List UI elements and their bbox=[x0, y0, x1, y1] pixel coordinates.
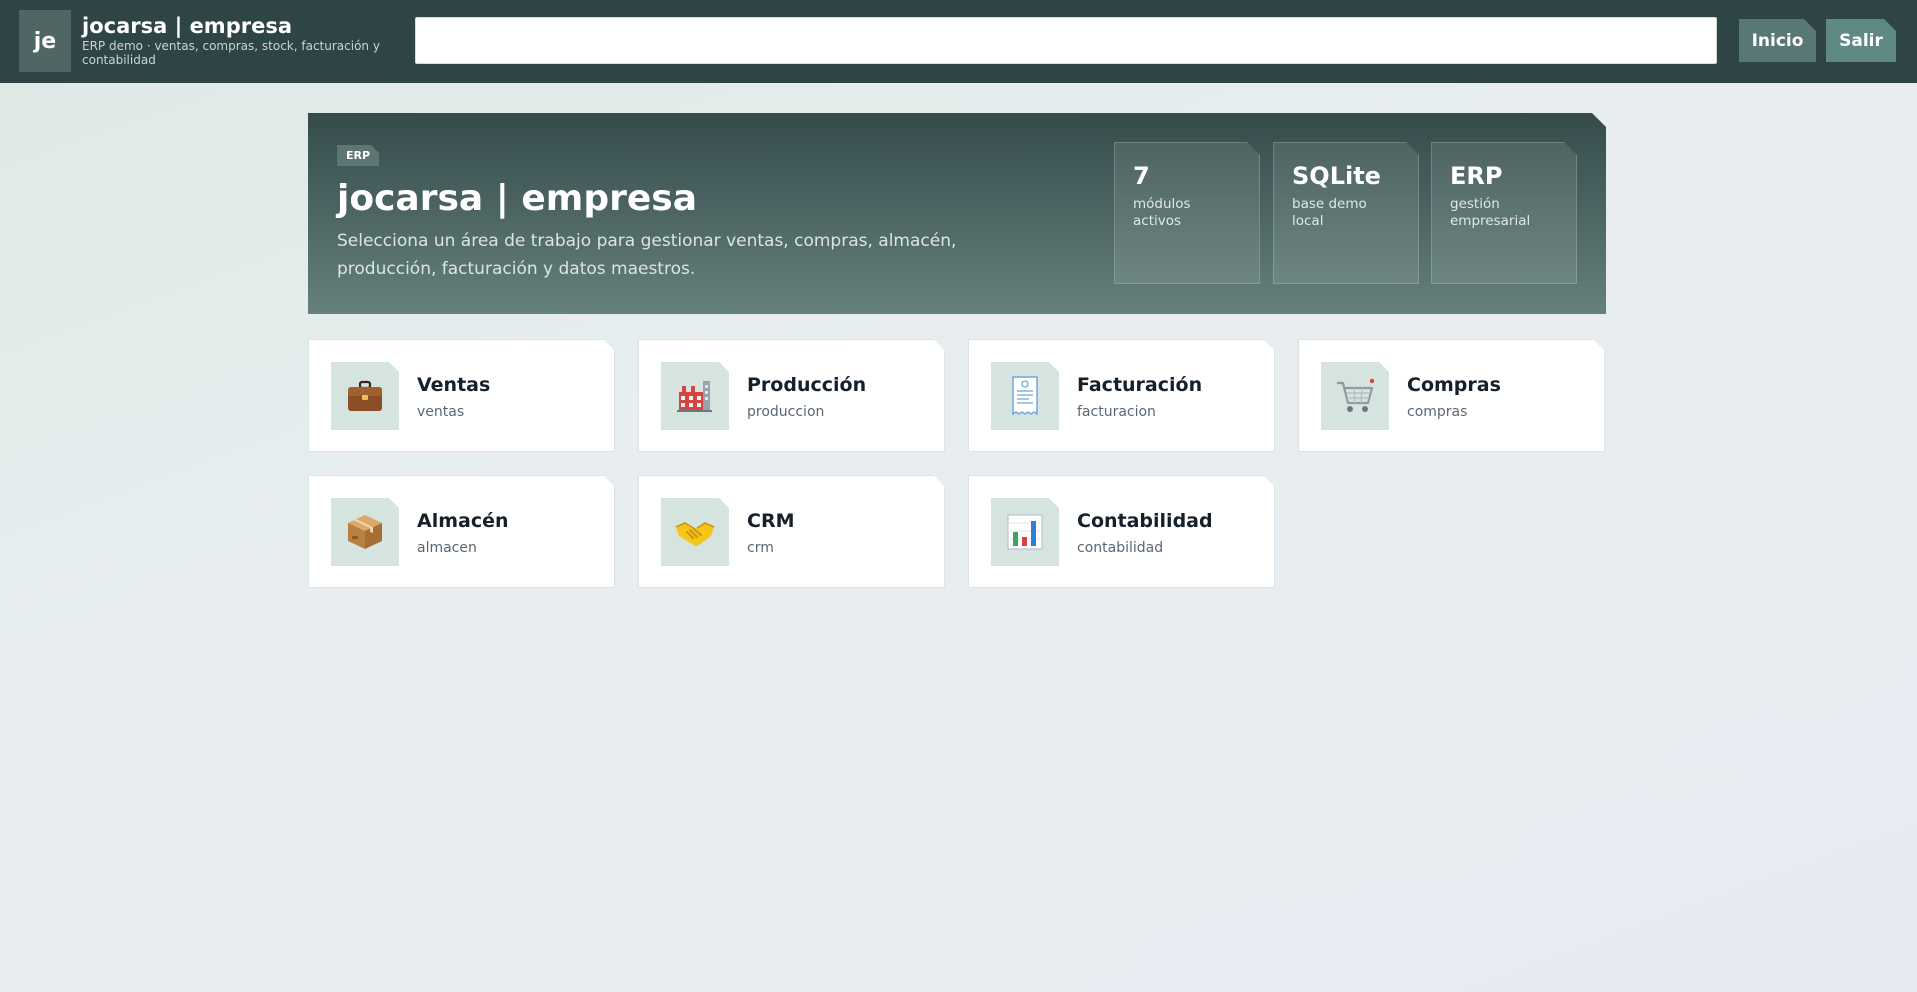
app-subtitle: ERP demo · ventas, compras, stock, factu… bbox=[82, 39, 380, 67]
handshake-icon bbox=[661, 498, 729, 566]
module-slug: crm bbox=[747, 540, 774, 556]
shopping-cart-icon bbox=[1321, 362, 1389, 430]
module-slug: facturacion bbox=[1077, 404, 1156, 420]
hero-banner: ERP jocarsa | empresa Selecciona un área… bbox=[308, 113, 1606, 314]
module-card-facturacion[interactable]: Facturación facturacion bbox=[968, 339, 1275, 452]
hero-title: jocarsa | empresa bbox=[337, 178, 697, 219]
module-card-almacen[interactable]: Almacén almacen bbox=[308, 475, 615, 588]
hero-tag: ERP bbox=[337, 145, 379, 166]
module-slug: almacen bbox=[417, 540, 477, 556]
bar-chart-icon bbox=[991, 498, 1059, 566]
stat-label: base demo local bbox=[1292, 196, 1367, 229]
stat-card-database: SQLite base demo local bbox=[1273, 142, 1419, 284]
module-title: Contabilidad bbox=[1077, 510, 1213, 532]
brand: jocarsa | empresa ERP demo · ventas, com… bbox=[82, 14, 392, 67]
stat-value: 7 bbox=[1133, 162, 1150, 190]
module-slug: compras bbox=[1407, 404, 1468, 420]
stat-value: ERP bbox=[1450, 162, 1503, 190]
stat-card-type: ERP gestión empresarial bbox=[1431, 142, 1577, 284]
module-title: CRM bbox=[747, 510, 795, 532]
module-slug: produccion bbox=[747, 404, 825, 420]
module-title: Facturación bbox=[1077, 374, 1203, 396]
module-title: Almacén bbox=[417, 510, 509, 532]
hero-description: Selecciona un área de trabajo para gesti… bbox=[337, 231, 957, 279]
stat-value: SQLite bbox=[1292, 162, 1381, 190]
factory-icon bbox=[661, 362, 729, 430]
app-title: jocarsa | empresa bbox=[82, 14, 292, 38]
module-title: Producción bbox=[747, 374, 867, 396]
module-card-crm[interactable]: CRM crm bbox=[638, 475, 945, 588]
module-card-contabilidad[interactable]: Contabilidad contabilidad bbox=[968, 475, 1275, 588]
receipt-icon bbox=[991, 362, 1059, 430]
stat-card-modules: 7 módulos activos bbox=[1114, 142, 1260, 284]
package-icon bbox=[331, 498, 399, 566]
module-slug: contabilidad bbox=[1077, 540, 1164, 556]
search-input[interactable] bbox=[415, 17, 1717, 64]
home-button[interactable]: Inicio bbox=[1739, 19, 1816, 62]
logo[interactable]: je bbox=[19, 10, 71, 72]
logout-button[interactable]: Salir bbox=[1826, 19, 1896, 62]
module-title: Ventas bbox=[417, 374, 491, 396]
module-card-compras[interactable]: Compras compras bbox=[1298, 339, 1605, 452]
stat-label: módulos activos bbox=[1133, 196, 1191, 229]
module-card-ventas[interactable]: Ventas ventas bbox=[308, 339, 615, 452]
module-slug: ventas bbox=[417, 404, 465, 420]
module-title: Compras bbox=[1407, 374, 1501, 396]
stat-label: gestión empresarial bbox=[1450, 196, 1531, 229]
briefcase-icon bbox=[331, 362, 399, 430]
top-bar: je jocarsa | empresa ERP demo · ventas, … bbox=[0, 0, 1917, 83]
module-card-produccion[interactable]: Producción produccion bbox=[638, 339, 945, 452]
